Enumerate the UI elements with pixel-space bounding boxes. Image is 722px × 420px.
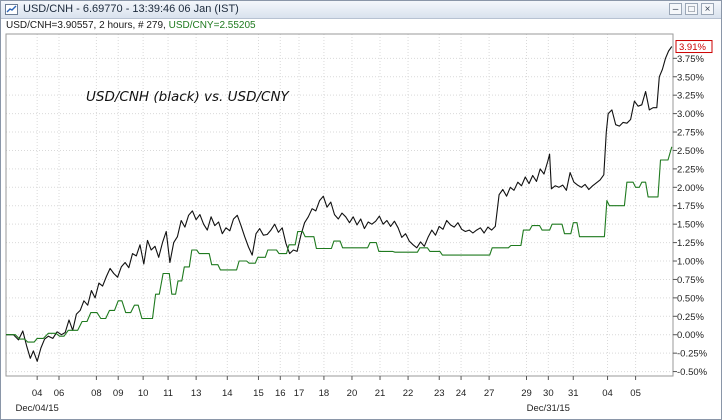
y-tick-label: 3.75% — [677, 54, 704, 65]
x-tick-label: 18 — [319, 388, 330, 399]
y-tick-label: 1.75% — [677, 201, 704, 212]
x-tick-label: 16 — [275, 388, 286, 399]
y-tick-label: 3.25% — [677, 91, 704, 102]
y-tick-label: 0.00% — [677, 330, 704, 341]
last-value-marker: 3.91% — [675, 40, 713, 54]
x-date-label: Dec/31/15 — [527, 403, 570, 414]
x-tick-label: 15 — [253, 388, 264, 399]
x-axis: 04 06 08 09 10 11 13 14 15 16 17 18 20 21 22 23 24 27 29 30… — [16, 376, 641, 414]
x-tick-label: 27 — [484, 388, 495, 399]
x-tick-label: 22 — [403, 388, 414, 399]
y-axis: -0.50% -0.25% 0.00% 0.25% 0.50% 0.75% 1.00% 1.2… — [673, 54, 708, 378]
y-tick-label: 1.50% — [677, 220, 704, 231]
x-tick-label: 10 — [138, 388, 149, 399]
y-tick-label: 3.50% — [677, 72, 704, 83]
x-date-label: Dec/04/15 — [16, 403, 59, 414]
x-tick-label: 04 — [32, 388, 43, 399]
y-tick-label: -0.25% — [677, 349, 708, 360]
y-tick-label: 1.25% — [677, 238, 704, 249]
y-tick-label: 3.00% — [677, 109, 704, 120]
last-value-label: 3.91% — [679, 42, 706, 53]
x-tick-label: 24 — [456, 388, 467, 399]
x-tick-label: 11 — [163, 388, 173, 399]
y-tick-label: 0.50% — [677, 293, 704, 304]
line-chart[interactable]: USD/CNH (black) vs. USD/CNY -0.50% -0.25%… — [0, 0, 722, 420]
y-tick-label: 2.50% — [677, 146, 704, 157]
x-tick-label: 05 — [630, 388, 641, 399]
y-tick-label: 0.25% — [677, 312, 704, 323]
y-tick-label: 2.75% — [677, 128, 704, 139]
x-tick-label: 06 — [54, 388, 65, 399]
x-tick-label: 29 — [521, 388, 532, 399]
x-tick-label: 31 — [568, 388, 579, 399]
x-tick-label: 04 — [602, 388, 613, 399]
x-tick-label: 23 — [434, 388, 445, 399]
x-tick-label: 30 — [543, 388, 554, 399]
y-tick-label: 0.75% — [677, 275, 704, 286]
y-tick-label: 2.25% — [677, 164, 704, 175]
x-tick-label: 17 — [294, 388, 305, 399]
grid-lines — [6, 34, 673, 376]
x-tick-label: 21 — [375, 388, 386, 399]
y-tick-label: 2.00% — [677, 183, 704, 194]
y-tick-label: -0.50% — [677, 367, 708, 378]
y-tick-label: 1.00% — [677, 257, 704, 268]
x-tick-label: 14 — [222, 388, 233, 399]
chart-annotation: USD/CNH (black) vs. USD/CNY — [86, 89, 291, 105]
x-tick-label: 20 — [347, 388, 358, 399]
x-tick-label: 13 — [191, 388, 202, 399]
x-tick-label: 09 — [113, 388, 124, 399]
x-tick-label: 08 — [91, 388, 102, 399]
